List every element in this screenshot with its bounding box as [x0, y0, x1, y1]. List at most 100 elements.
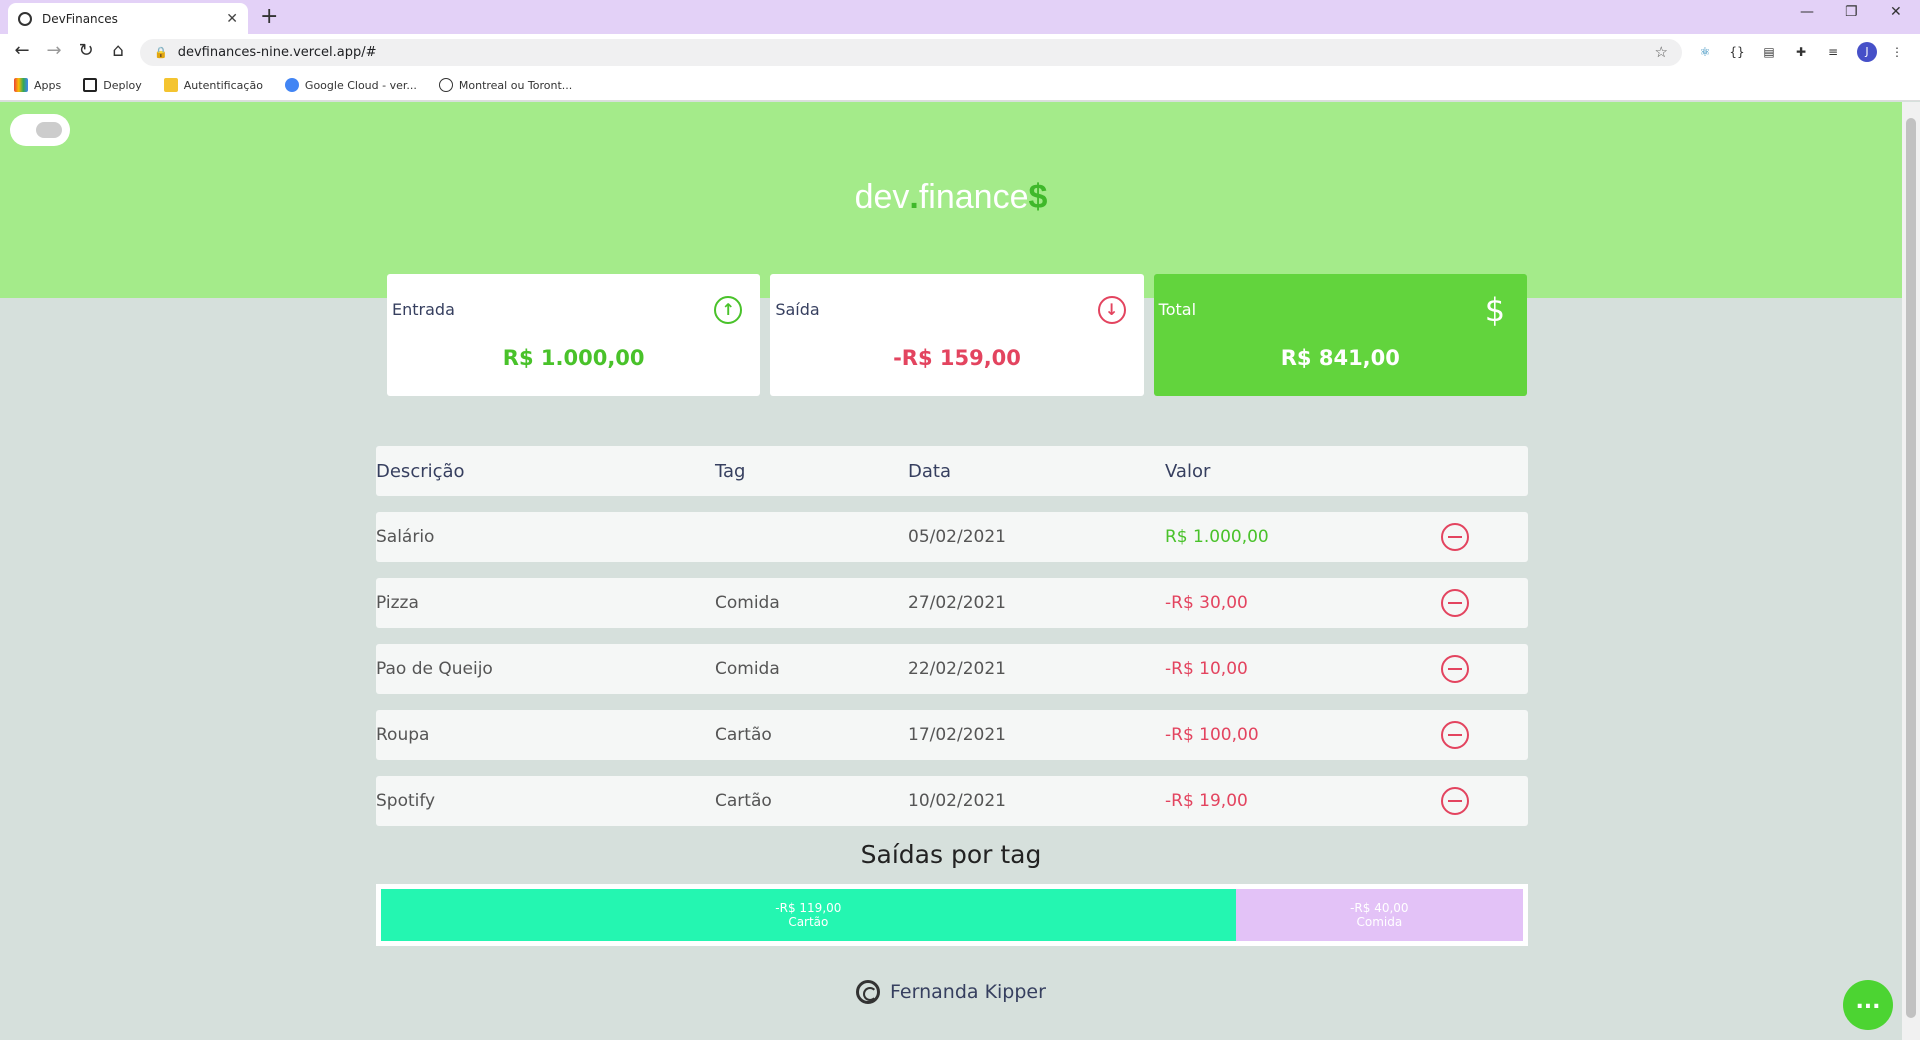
browser-toolbar: ← → ↻ ⌂ 🔒 devfinances-nine.vercel.app/# …	[0, 34, 1920, 70]
home-icon[interactable]: ⌂	[106, 40, 130, 61]
segment-amount: -R$ 40,00	[1350, 901, 1409, 915]
forward-icon[interactable]: →	[42, 40, 66, 61]
header-value: Valor	[1165, 460, 1211, 482]
logo-dev: dev	[854, 178, 910, 216]
row-description: Spotify	[376, 791, 436, 811]
tab-title: DevFinances	[42, 11, 118, 26]
dark-mode-toggle[interactable]	[10, 114, 70, 146]
logo-dollar: $	[1028, 178, 1048, 216]
minimize-icon[interactable]: —	[1800, 4, 1814, 20]
close-tab-icon[interactable]: ✕	[226, 11, 238, 27]
logo-dot: .	[909, 178, 919, 216]
row-value: -R$ 30,00	[1165, 593, 1248, 613]
remove-transaction-icon[interactable]	[1441, 589, 1469, 617]
footer-author: Fernanda Kipper	[890, 981, 1046, 1003]
menu-kebab-icon[interactable]: ⋮	[1888, 43, 1906, 61]
row-value: -R$ 100,00	[1165, 725, 1259, 745]
notion-icon	[83, 78, 98, 92]
copyright-icon	[856, 980, 881, 1004]
header: dev.finance$	[0, 102, 1902, 298]
page-content: dev.finance$ Entrada ↑ R$ 1.000,00 Saída…	[0, 102, 1902, 1040]
address-bar[interactable]: 🔒 devfinances-nine.vercel.app/# ☆	[140, 39, 1682, 66]
logo: dev.finance$	[0, 178, 1902, 217]
transactions-table: Descrição Tag Data Valor Salário 05/02/2…	[376, 446, 1528, 842]
bookmark-deploy[interactable]: Deploy	[83, 78, 142, 92]
row-value: -R$ 19,00	[1165, 791, 1248, 811]
row-date: 10/02/2021	[908, 791, 1006, 811]
scrollbar-thumb[interactable]	[1906, 118, 1916, 1018]
expense-card: Saída ↓ -R$ 159,00	[770, 274, 1144, 396]
bookmark-label: Montreal ou Toront...	[458, 78, 573, 92]
table-row: Pao de Queijo Comida 22/02/2021 -R$ 10,0…	[376, 644, 1528, 694]
segment-tag: Comida	[1356, 915, 1403, 929]
page-scrollbar[interactable]	[1902, 102, 1920, 1040]
bookmark-autentificacao[interactable]: Autentificação	[163, 78, 263, 92]
remove-transaction-icon[interactable]	[1441, 655, 1469, 683]
tag-chart-title: Saídas por tag	[860, 840, 1042, 869]
total-card: Total $ R$ 841,00	[1153, 274, 1527, 396]
remove-transaction-icon[interactable]	[1441, 787, 1469, 815]
dollar-icon: $	[1484, 291, 1506, 329]
row-action	[1441, 523, 1528, 551]
url-text: devfinances-nine.vercel.app/#	[177, 45, 377, 60]
header-date: Data	[908, 460, 951, 482]
remove-transaction-icon[interactable]	[1441, 523, 1469, 551]
row-tag: Cartão	[715, 791, 772, 811]
extension-icon[interactable]: {}	[1728, 43, 1746, 61]
row-value: -R$ 10,00	[1165, 659, 1248, 679]
header-description: Descrição	[376, 460, 465, 482]
table-row: Roupa Cartão 17/02/2021 -R$ 100,00	[376, 710, 1528, 760]
row-tag: Comida	[715, 593, 780, 613]
header-tag: Tag	[715, 460, 746, 482]
bookmark-label: Apps	[34, 78, 62, 92]
profile-avatar[interactable]: J	[1857, 42, 1877, 62]
react-devtools-icon[interactable]: ⚛	[1696, 43, 1714, 61]
table-row: Pizza Comida 27/02/2021 -R$ 30,00	[376, 578, 1528, 628]
row-date: 22/02/2021	[908, 659, 1006, 679]
globe-icon	[438, 78, 453, 92]
segment-tag: Cartão	[788, 915, 829, 929]
table-row: Spotify Cartão 10/02/2021 -R$ 19,00	[376, 776, 1528, 826]
income-amount: R$ 1.000,00	[502, 346, 645, 370]
extensions-puzzle-icon[interactable]: ✚	[1792, 43, 1810, 61]
restore-icon[interactable]: ❐	[1845, 4, 1858, 20]
expense-label: Saída	[775, 300, 820, 319]
browser-tab[interactable]: DevFinances ✕	[8, 3, 248, 34]
bookmark-star-icon[interactable]: ☆	[1655, 43, 1668, 61]
total-label: Total	[1158, 300, 1197, 319]
row-date: 17/02/2021	[908, 725, 1006, 745]
row-description: Salário	[376, 527, 435, 547]
row-action	[1441, 655, 1528, 683]
row-action	[1441, 721, 1528, 749]
remove-transaction-icon[interactable]	[1441, 721, 1469, 749]
row-description: Pao de Queijo	[376, 659, 493, 679]
toggle-knob	[36, 122, 62, 138]
row-description: Roupa	[376, 725, 430, 745]
bookmark-apps[interactable]: Apps	[14, 78, 61, 92]
bookmarks-bar: Apps Deploy Autentificação Google Cloud …	[0, 70, 1920, 101]
globe-icon	[18, 11, 32, 26]
bookmark-montreal[interactable]: Montreal ou Toront...	[438, 78, 573, 92]
reload-icon[interactable]: ↻	[74, 40, 98, 61]
google-cloud-icon	[284, 78, 299, 92]
bookmark-label: Deploy	[103, 78, 142, 92]
extension-icon[interactable]: ▤	[1760, 43, 1778, 61]
row-action	[1441, 589, 1528, 617]
bookmark-label: Google Cloud - ver...	[304, 78, 417, 92]
close-window-icon[interactable]: ✕	[1890, 4, 1902, 20]
row-description: Pizza	[376, 593, 419, 613]
back-icon[interactable]: ←	[10, 40, 34, 61]
chat-fab-button[interactable]: ...	[1843, 980, 1893, 1030]
footer: Fernanda Kipper	[0, 980, 1902, 1004]
bookmark-google-cloud[interactable]: Google Cloud - ver...	[284, 78, 417, 92]
tag-bar-segment-cartao: -R$ 119,00 Cartão	[381, 889, 1236, 941]
table-header: Descrição Tag Data Valor	[376, 446, 1528, 496]
reading-list-icon[interactable]: ≡	[1824, 43, 1842, 61]
row-date: 05/02/2021	[908, 527, 1006, 547]
expense-amount: -R$ 159,00	[893, 346, 1021, 370]
site-icon	[163, 78, 178, 92]
row-value: R$ 1.000,00	[1165, 527, 1269, 547]
new-tab-button[interactable]: +	[260, 4, 278, 30]
apps-grid-icon	[14, 78, 28, 92]
logo-finance: finance	[918, 178, 1029, 216]
